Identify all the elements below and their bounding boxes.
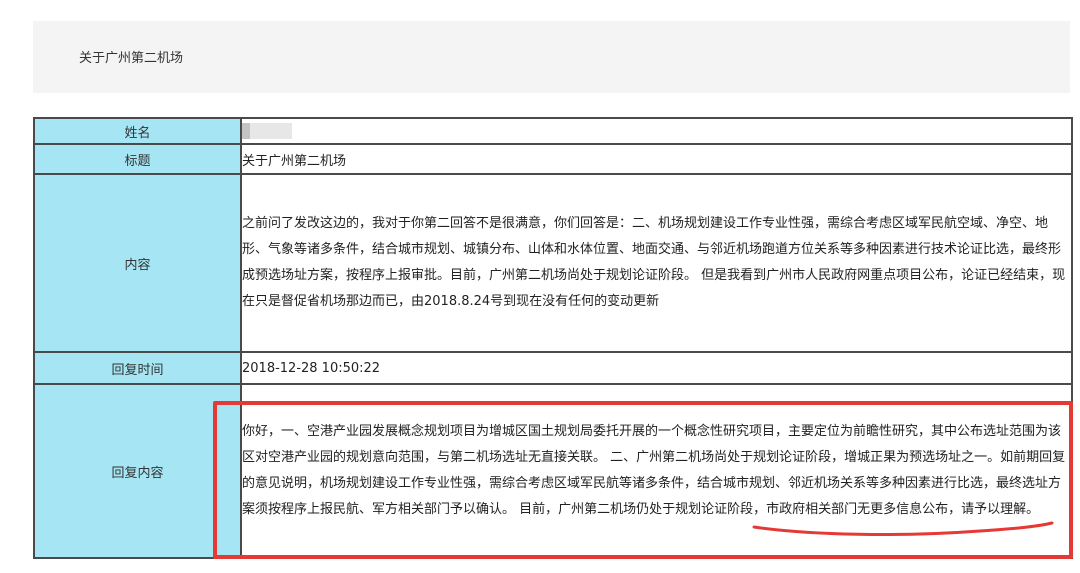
row-reply-time: 回复时间 2018-12-28 10:50:22 xyxy=(33,351,1073,385)
title-value: 关于广州第二机场 xyxy=(240,143,1073,175)
reply-content-label: 回复内容 xyxy=(33,383,242,559)
row-content: 内容 之前问了发改这边的，我对于你第二回答不是很满意，你们回答是：二、机场规划建… xyxy=(33,173,1073,353)
content-text: 之前问了发改这边的，我对于你第二回答不是很满意，你们回答是：二、机场规划建设工作… xyxy=(242,216,1066,309)
row-name: 姓名 xyxy=(33,117,1073,145)
title-label: 标题 xyxy=(33,143,242,175)
row-reply-content: 回复内容 你好，一、空港产业园发展概念规划项目为增城区国土规划局委托开展的一个概… xyxy=(33,383,1073,559)
page-title: 关于广州第二机场 xyxy=(79,51,184,66)
redacted-name xyxy=(242,123,292,139)
reply-time-value: 2018-12-28 10:50:22 xyxy=(240,351,1073,385)
row-title: 标题 关于广州第二机场 xyxy=(33,143,1073,175)
page-header: 关于广州第二机场 xyxy=(33,21,1070,93)
content-label: 内容 xyxy=(33,173,242,353)
reply-content-value: 你好，一、空港产业园发展概念规划项目为增城区国土规划局委托开展的一个概念性研究项… xyxy=(240,383,1073,559)
name-label: 姓名 xyxy=(33,117,242,145)
reply-time-label: 回复时间 xyxy=(33,351,242,385)
letter-detail-table: 姓名 标题 关于广州第二机场 内容 之前问了发改这边的，我对于你第二回答不是很满… xyxy=(33,117,1073,559)
name-value xyxy=(240,117,1073,145)
reply-content-text: 你好，一、空港产业园发展概念规划项目为增城区国土规划局委托开展的一个概念性研究项… xyxy=(242,424,1066,517)
content-value: 之前问了发改这边的，我对于你第二回答不是很满意，你们回答是：二、机场规划建设工作… xyxy=(240,173,1073,353)
